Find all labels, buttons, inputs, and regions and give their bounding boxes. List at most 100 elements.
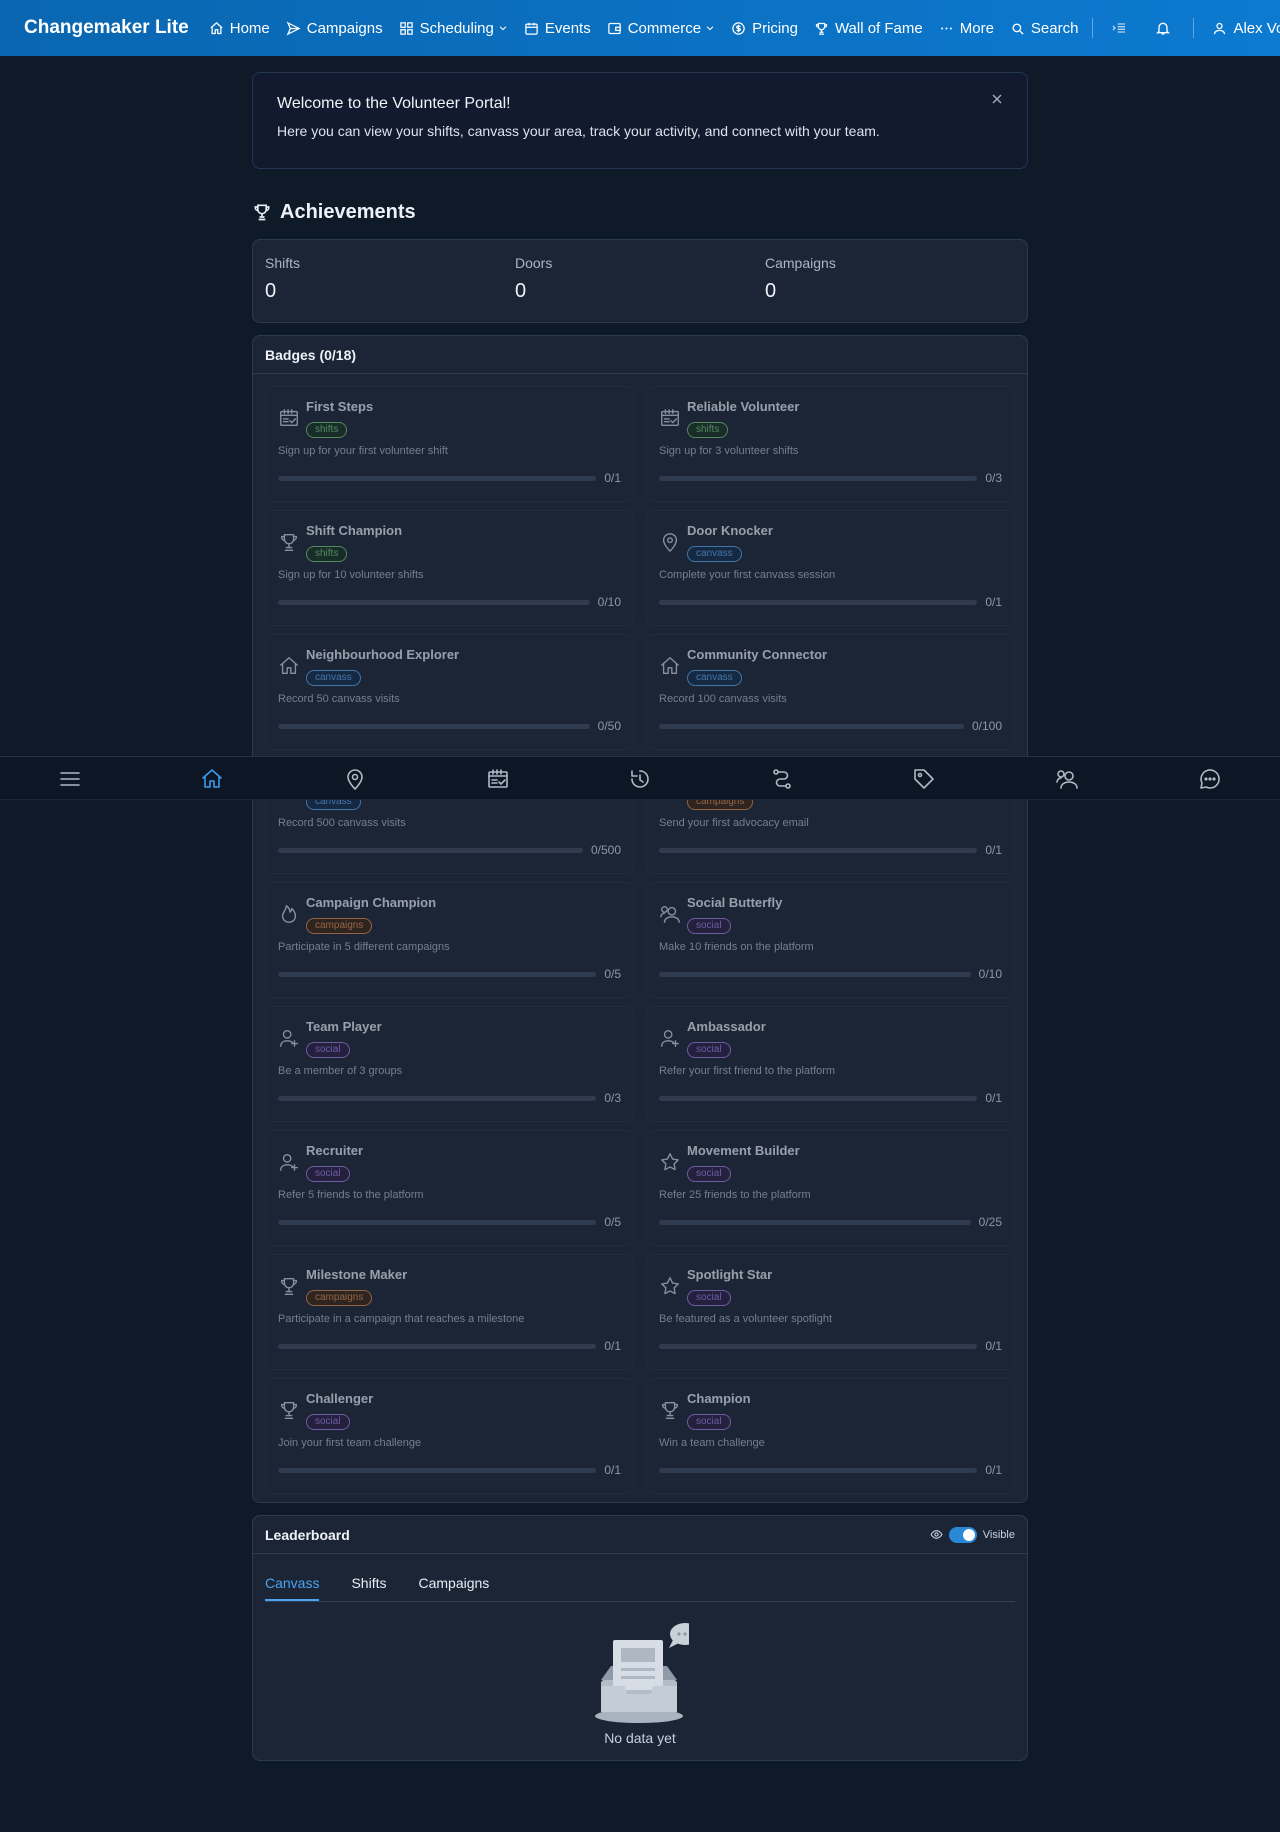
progress-bar bbox=[659, 1467, 978, 1473]
flame-icon bbox=[278, 903, 300, 925]
badge-description: Participate in 5 different campaigns bbox=[278, 941, 450, 953]
progress-bar bbox=[278, 1343, 597, 1349]
badge-name: Door Knocker bbox=[687, 523, 773, 538]
trophy-icon bbox=[278, 531, 300, 553]
badge-card: Shift Champion shifts Sign up for 10 volun… bbox=[265, 510, 634, 626]
home-nav-button[interactable] bbox=[200, 767, 224, 791]
menu-nav-button[interactable] bbox=[58, 767, 82, 791]
search-icon bbox=[1010, 21, 1025, 36]
chat-nav-button[interactable] bbox=[1198, 767, 1222, 791]
badge-card: Movement Builder social Refer 25 friends t… bbox=[646, 1130, 1015, 1246]
badge-category-tag: shifts bbox=[687, 422, 729, 438]
badge-name: Campaign Champion bbox=[306, 895, 437, 910]
tag-nav-button[interactable] bbox=[912, 767, 936, 791]
badge-card: Recruiter social Refer 5 friends to the pl… bbox=[265, 1130, 634, 1246]
nav-wall-of-fame[interactable]: Wall of Fame bbox=[806, 0, 931, 56]
nav-pricing-label: Pricing bbox=[752, 19, 798, 37]
visibility-switch[interactable] bbox=[948, 1526, 977, 1543]
badge-progress: 0/1 bbox=[278, 1463, 621, 1477]
badge-count: 0/5 bbox=[604, 1215, 621, 1229]
badge-count: 0/10 bbox=[978, 967, 1002, 981]
stat-label: Doors bbox=[515, 255, 553, 271]
switch-knob bbox=[962, 1528, 975, 1541]
badge-category-tag: social bbox=[687, 1290, 731, 1306]
user-menu[interactable]: Alex Volunteer bbox=[1200, 0, 1280, 56]
nav-divider bbox=[1193, 18, 1195, 38]
badge-description: Join your first team challenge bbox=[278, 1437, 422, 1449]
nav-home[interactable]: Home bbox=[201, 0, 278, 56]
users-icon bbox=[659, 903, 681, 925]
stat-value: 0 bbox=[515, 280, 527, 302]
badge-card: Reliable Volunteer shifts Sign up for 3 vo… bbox=[646, 386, 1015, 502]
progress-bar bbox=[659, 1095, 978, 1101]
empty-inbox-illustration bbox=[595, 1623, 689, 1723]
calendar-check-nav-button[interactable] bbox=[486, 767, 510, 791]
nav-more[interactable]: More bbox=[931, 0, 1002, 56]
route-nav-button[interactable] bbox=[770, 767, 794, 791]
nav-campaigns[interactable]: Campaigns bbox=[278, 0, 391, 56]
badge-card: Milestone Maker campaigns Participate in a… bbox=[265, 1254, 634, 1370]
progress-bar bbox=[659, 1343, 978, 1349]
nav-search[interactable]: Search bbox=[1002, 0, 1087, 56]
empty-state: No data yet bbox=[253, 1602, 1027, 1760]
brand-logo[interactable]: Changemaker Lite bbox=[24, 17, 189, 39]
sidebar-toggle-button[interactable] bbox=[1099, 0, 1139, 56]
history-nav-button[interactable] bbox=[628, 767, 652, 791]
achievements-title: Achievements bbox=[280, 200, 416, 223]
badge-card: Champion social Win a team challenge 0/1 bbox=[646, 1378, 1015, 1494]
nav-commerce-label: Commerce bbox=[627, 19, 702, 37]
nav-scheduling[interactable]: Scheduling bbox=[391, 0, 516, 56]
badge-description: Make 10 friends on the platform bbox=[659, 941, 814, 953]
progress-bar bbox=[278, 1467, 597, 1473]
trophy-icon bbox=[278, 1399, 300, 1421]
badge-description: Record 100 canvass visits bbox=[659, 693, 787, 705]
nav-divider bbox=[1092, 18, 1094, 38]
badge-description: Participate in a campaign that reaches a… bbox=[278, 1313, 525, 1325]
badge-category-tag: social bbox=[306, 1166, 350, 1182]
badge-name: Social Butterfly bbox=[687, 895, 783, 910]
notifications-button[interactable] bbox=[1143, 0, 1183, 56]
welcome-body: Here you can view your shifts, canvass y… bbox=[277, 123, 880, 139]
nav-wall-of-fame-label: Wall of Fame bbox=[834, 19, 923, 37]
badge-description: Sign up for 3 volunteer shifts bbox=[659, 445, 799, 457]
nav-pricing[interactable]: Pricing bbox=[723, 0, 806, 56]
badge-count: 0/1 bbox=[985, 1091, 1002, 1105]
badge-description: Record 50 canvass visits bbox=[278, 693, 400, 705]
badge-description: Refer your first friend to the platform bbox=[659, 1065, 836, 1077]
user-name: Alex Volunteer bbox=[1233, 19, 1280, 37]
calendar-icon bbox=[524, 21, 539, 36]
tab-shifts[interactable]: Shifts bbox=[351, 1575, 386, 1601]
badge-count: 0/1 bbox=[985, 595, 1002, 609]
home-icon bbox=[209, 21, 224, 36]
nav-events[interactable]: Events bbox=[516, 0, 599, 56]
progress-bar bbox=[278, 1219, 597, 1225]
user-icon bbox=[1212, 21, 1227, 36]
badge-count: 0/1 bbox=[604, 471, 621, 485]
badge-card: Spotlight Star social Be featured as a vol… bbox=[646, 1254, 1015, 1370]
badge-progress: 0/25 bbox=[659, 1215, 1002, 1229]
nav-events-label: Events bbox=[544, 19, 591, 37]
progress-bar bbox=[659, 971, 971, 977]
badge-count: 0/5 bbox=[604, 967, 621, 981]
tab-canvass[interactable]: Canvass bbox=[265, 1575, 320, 1601]
bell-icon bbox=[1155, 20, 1171, 36]
nav-commerce[interactable]: Commerce bbox=[599, 0, 723, 56]
users-nav-button[interactable] bbox=[1055, 767, 1079, 791]
map-pin-nav-button[interactable] bbox=[343, 767, 367, 791]
tab-campaigns[interactable]: Campaigns bbox=[418, 1575, 489, 1601]
badge-name: Recruiter bbox=[306, 1143, 364, 1158]
stat-value: 0 bbox=[265, 280, 277, 302]
badge-category-tag: social bbox=[687, 918, 731, 934]
badge-name: Team Player bbox=[306, 1019, 382, 1034]
badge-description: Complete your first canvass session bbox=[659, 569, 836, 581]
badges-card: Badges (0/18) First Steps shifts Sign up f… bbox=[252, 335, 1028, 1503]
nav-more-label: More bbox=[959, 19, 994, 37]
leaderboard-tabs: Canvass Shifts Campaigns bbox=[265, 1554, 1015, 1602]
stat-doors: Doors 0 bbox=[515, 255, 765, 307]
badge-name: First Steps bbox=[306, 399, 374, 414]
progress-bar bbox=[659, 723, 964, 729]
close-icon[interactable] bbox=[989, 91, 1005, 107]
badge-category-tag: campaigns bbox=[306, 1290, 373, 1306]
badge-name: Spotlight Star bbox=[687, 1267, 773, 1282]
map-pin-icon bbox=[659, 531, 681, 553]
